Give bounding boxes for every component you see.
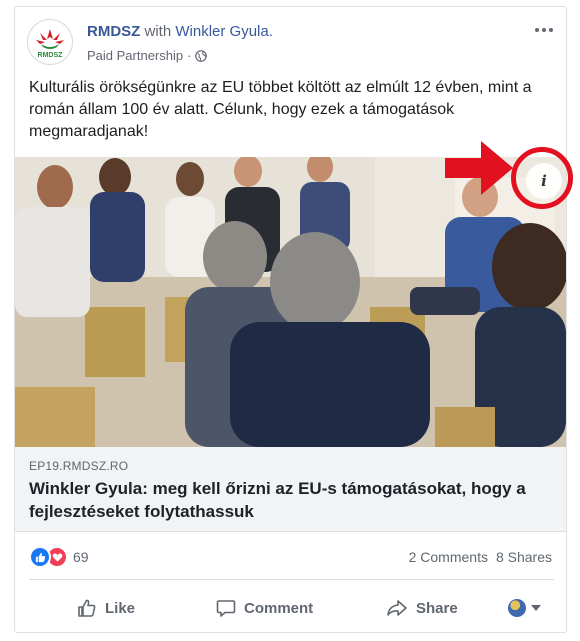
audience-selector[interactable] [508, 599, 541, 617]
post-body-text: Kulturális örökségünkre az EU többet köl… [29, 79, 532, 140]
profile-globe-icon [508, 599, 526, 617]
with-text: with [144, 23, 172, 40]
post-author-line: RMDSZ with Winkler Gyula. [87, 23, 273, 40]
share-arrow-icon [387, 600, 407, 616]
thumbs-up-icon [78, 599, 96, 617]
link-title[interactable]: Winkler Gyula: meg kell őrizni az EU-s t… [29, 477, 549, 523]
page-name-link[interactable]: RMDSZ [87, 23, 140, 40]
rmdsz-logo: RMDSZ [36, 29, 64, 59]
divider [29, 579, 554, 580]
caret-down-icon [531, 605, 541, 611]
globe-icon[interactable] [195, 49, 208, 62]
tagged-person-link[interactable]: Winkler Gyula. [175, 23, 273, 40]
share-button[interactable]: Share [386, 593, 458, 623]
like-label: Like [105, 599, 136, 617]
sponsored-post-card: RMDSZ RMDSZ with Winkler Gyula. Paid Par… [14, 6, 573, 633]
info-icon[interactable]: i [526, 163, 562, 199]
thumbs-up-icon [29, 546, 51, 568]
page-avatar[interactable]: RMDSZ [27, 19, 73, 65]
link-preview[interactable]: EP19.RMDSZ.RO Winkler Gyula: meg kell őr… [15, 447, 566, 532]
paid-partnership-label[interactable]: Paid Partnership [87, 48, 183, 63]
post-header: RMDSZ RMDSZ with Winkler Gyula. Paid Par… [15, 7, 566, 79]
like-button[interactable]: Like [77, 593, 135, 623]
separator-dot: · [187, 48, 192, 63]
post-photo[interactable] [15, 157, 566, 447]
post-meta: Paid Partnership · [87, 48, 208, 63]
comment-bubble-icon [216, 600, 236, 617]
reaction-count[interactable]: 69 [73, 549, 89, 565]
shares-count[interactable]: 8 Shares [496, 549, 552, 565]
reaction-icons[interactable] [29, 546, 68, 568]
comment-label: Comment [244, 599, 314, 617]
share-label: Share [416, 599, 458, 617]
link-domain: EP19.RMDSZ.RO [29, 459, 129, 473]
comments-count[interactable]: 2 Comments [409, 549, 488, 565]
engagement-counts: 2 Comments 8 Shares [409, 549, 552, 565]
action-bar: Like Comment Share [15, 587, 566, 627]
logo-wordmark: RMDSZ [38, 52, 64, 59]
post-stats: 69 2 Comments 8 Shares [15, 543, 566, 571]
comment-button[interactable]: Comment [216, 593, 313, 623]
more-options-icon[interactable] [532, 21, 556, 39]
